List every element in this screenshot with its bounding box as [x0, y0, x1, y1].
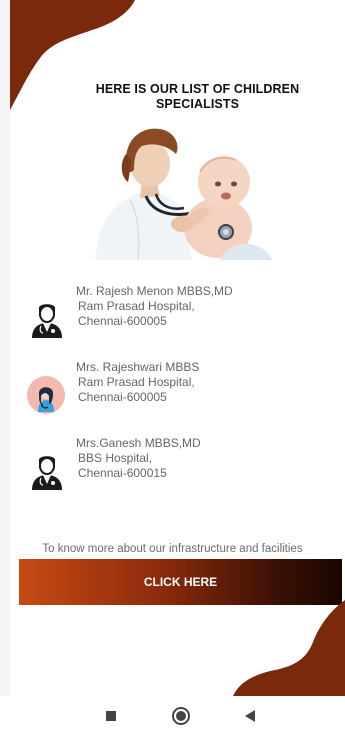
female-doctor-avatar-icon	[27, 376, 65, 414]
app-screen: HERE IS OUR LIST OF CHILDREN SPECIALISTS	[0, 0, 345, 736]
doctor-list-item[interactable]: Mrs. Rajeshwari MBBS Ram Prasad Hospital…	[22, 358, 322, 428]
page-title: HERE IS OUR LIST OF CHILDREN SPECIALISTS	[95, 82, 300, 111]
doctor-hospital: BBS Hospital,	[78, 451, 153, 465]
male-doctor-icon	[32, 304, 62, 338]
bottom-decorative-wave	[233, 600, 345, 696]
doctor-city: Chennai-600005	[78, 314, 167, 328]
doctor-hospital: Ram Prasad Hospital,	[78, 299, 195, 313]
doctor-details: Mr. Rajesh Menon MBBS,MD Ram Prasad Hosp…	[76, 284, 233, 329]
doctor-list-item[interactable]: Mrs.Ganesh MBBS,MD BBS Hospital, Chennai…	[22, 434, 322, 504]
click-here-button[interactable]: CLICK HERE	[19, 559, 342, 605]
infrastructure-info-text: To know more about our infrastructure an…	[42, 543, 303, 555]
home-circle-icon[interactable]	[171, 706, 191, 726]
doctor-name: Mrs.Ganesh MBBS,MD	[76, 436, 201, 450]
doctor-name: Mrs. Rajeshwari MBBS	[76, 360, 200, 374]
back-triangle-icon[interactable]	[240, 706, 260, 726]
android-navigation-bar	[0, 696, 345, 736]
doctor-name: Mr. Rajesh Menon MBBS,MD	[76, 284, 233, 298]
doctor-city: Chennai-600015	[78, 466, 167, 480]
doctor-city: Chennai-600005	[78, 390, 167, 404]
doctor-hospital: Ram Prasad Hospital,	[78, 375, 195, 389]
recents-square-icon[interactable]	[101, 706, 121, 726]
doctor-details: Mrs. Rajeshwari MBBS Ram Prasad Hospital…	[76, 360, 199, 405]
doctor-with-baby-image	[90, 124, 275, 260]
doctor-list-item[interactable]: Mr. Rajesh Menon MBBS,MD Ram Prasad Hosp…	[22, 280, 322, 350]
doctor-details: Mrs.Ganesh MBBS,MD BBS Hospital, Chennai…	[76, 436, 201, 481]
male-doctor-icon	[32, 456, 62, 490]
